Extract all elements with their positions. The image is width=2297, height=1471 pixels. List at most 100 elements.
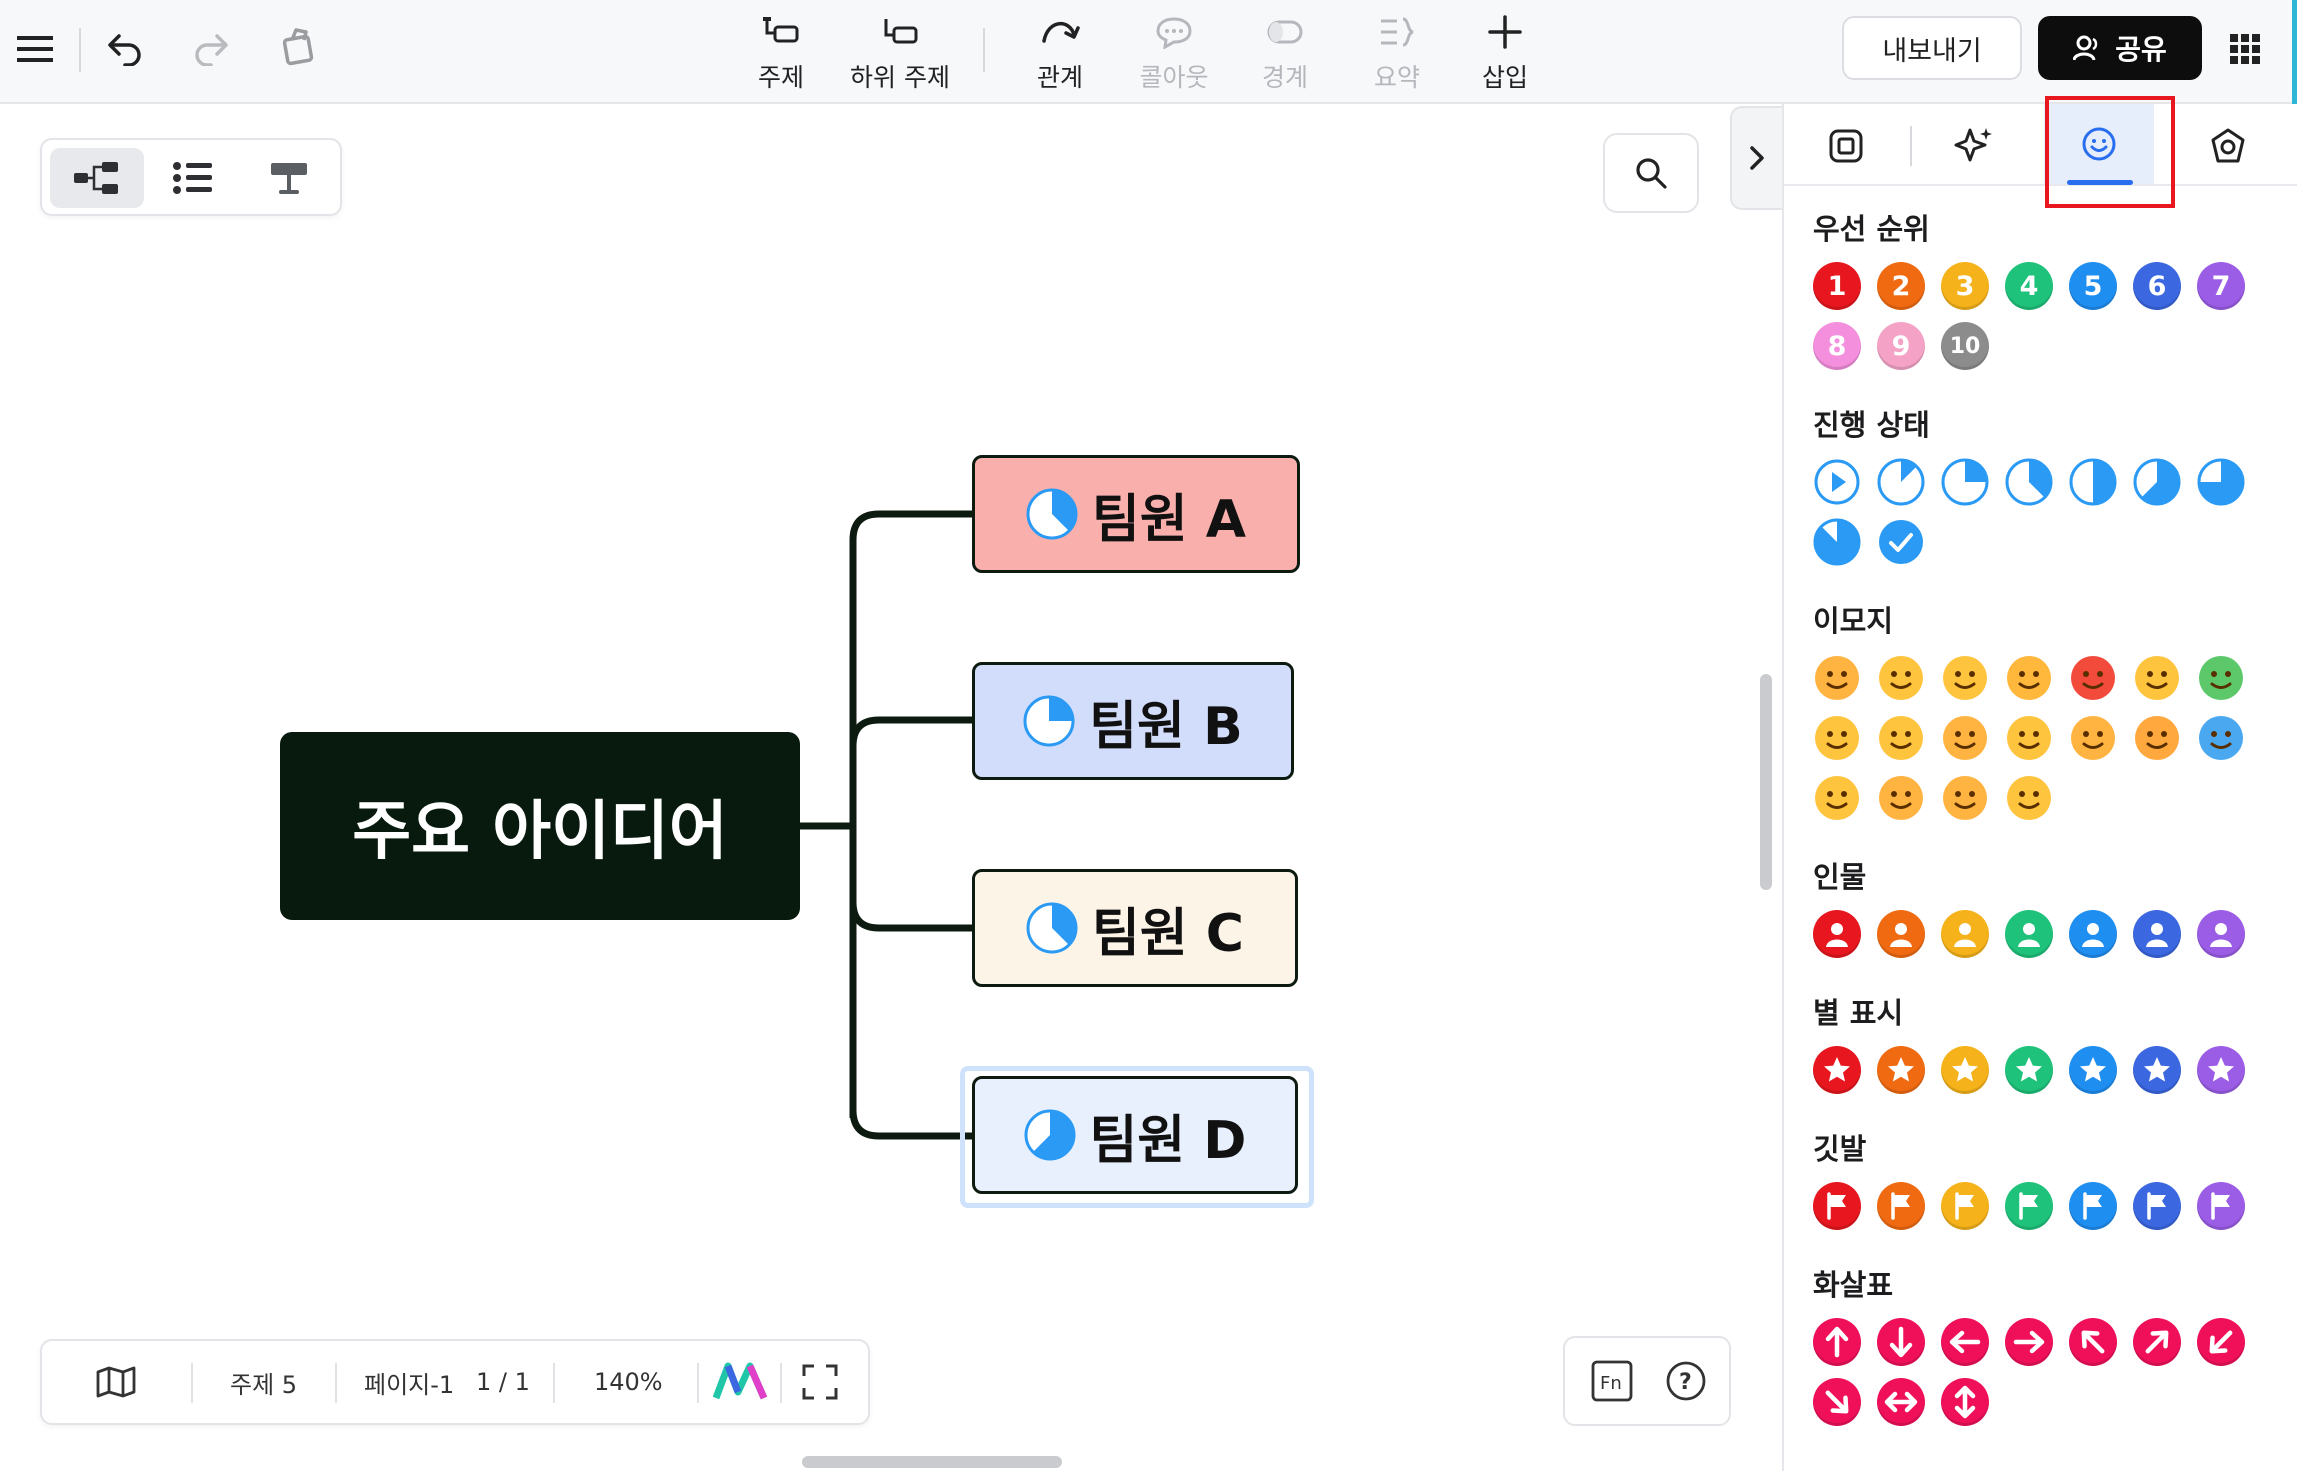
- flag-marker-icon[interactable]: [2133, 1182, 2181, 1230]
- arrow-up-right-icon[interactable]: [2133, 1318, 2181, 1366]
- star-marker-icon[interactable]: [2133, 1046, 2181, 1094]
- angry-emoji-icon[interactable]: [2069, 654, 2117, 702]
- star-marker-icon[interactable]: [1941, 1046, 1989, 1094]
- priority-marker-icon[interactable]: 3: [1941, 262, 1989, 310]
- priority-marker-icon[interactable]: 5: [2069, 262, 2117, 310]
- child-topic[interactable]: 팀원 A: [972, 455, 1300, 573]
- share-button[interactable]: 공유: [2038, 16, 2202, 80]
- flag-marker-icon[interactable]: [2069, 1182, 2117, 1230]
- function-key-button[interactable]: Fn: [1589, 1358, 1635, 1404]
- tongue-emoji-icon[interactable]: [1941, 714, 1989, 762]
- progress-marker-icon[interactable]: [2069, 458, 2117, 506]
- relationship-tool[interactable]: 관계: [1024, 10, 1096, 96]
- arrow-down-left-icon[interactable]: [2197, 1318, 2245, 1366]
- flag-marker-icon[interactable]: [1877, 1182, 1925, 1230]
- progress-marker-icon[interactable]: [1877, 458, 1925, 506]
- cry-emoji-icon[interactable]: [2133, 654, 2181, 702]
- child-topic[interactable]: 팀원 C: [972, 869, 1298, 987]
- ai-tab[interactable]: [1942, 114, 2006, 178]
- laugh-emoji-icon[interactable]: [1813, 654, 1861, 702]
- style-tab[interactable]: [1814, 114, 1878, 178]
- flag-marker-icon[interactable]: [1813, 1182, 1861, 1230]
- summary-tool[interactable]: 요약: [1362, 10, 1432, 96]
- outline-map-button[interactable]: [96, 1341, 136, 1423]
- theme-tab[interactable]: [2196, 114, 2260, 178]
- star-marker-icon[interactable]: [2069, 1046, 2117, 1094]
- progress-marker-icon[interactable]: [1813, 458, 1861, 506]
- progress-marker-icon[interactable]: [1941, 458, 1989, 506]
- priority-marker-icon[interactable]: 9: [1877, 322, 1925, 370]
- star-marker-icon[interactable]: [2005, 1046, 2053, 1094]
- vertical-scrollbar[interactable]: [1760, 674, 1772, 890]
- person-marker-icon[interactable]: [1941, 910, 1989, 958]
- person-marker-icon[interactable]: [2069, 910, 2117, 958]
- sick-emoji-icon[interactable]: [2197, 654, 2245, 702]
- priority-marker-icon[interactable]: 6: [2133, 262, 2181, 310]
- arrow-up-icon[interactable]: [1813, 1318, 1861, 1366]
- arrow-down-icon[interactable]: [1877, 1318, 1925, 1366]
- cool-emoji-icon[interactable]: [2069, 714, 2117, 762]
- flag-marker-icon[interactable]: [1941, 1182, 1989, 1230]
- progress-marker-icon[interactable]: [2133, 458, 2181, 506]
- horizontal-scrollbar[interactable]: [802, 1456, 1062, 1468]
- arrow-up-left-icon[interactable]: [2069, 1318, 2117, 1366]
- flag-marker-icon[interactable]: [2197, 1182, 2245, 1230]
- person-marker-icon[interactable]: [2005, 910, 2053, 958]
- person-marker-icon[interactable]: [1877, 910, 1925, 958]
- star-marker-icon[interactable]: [1813, 1046, 1861, 1094]
- insert-tool[interactable]: 삽입: [1470, 10, 1540, 96]
- person-marker-icon[interactable]: [1813, 910, 1861, 958]
- star-marker-icon[interactable]: [1877, 1046, 1925, 1094]
- boundary-tool[interactable]: 경계: [1250, 10, 1320, 96]
- progress-marker-icon[interactable]: [1026, 488, 1078, 540]
- flag-marker-icon[interactable]: [2005, 1182, 2053, 1230]
- progress-row: [1813, 458, 2245, 506]
- zoom-level[interactable]: 140%: [594, 1341, 663, 1423]
- priority-marker-icon[interactable]: 8: [1813, 322, 1861, 370]
- mask-emoji-icon[interactable]: [1813, 774, 1861, 822]
- arrow-left-icon[interactable]: [1941, 1318, 1989, 1366]
- grin-emoji-icon[interactable]: [1877, 714, 1925, 762]
- person-marker-icon[interactable]: [2197, 910, 2245, 958]
- priority-marker-icon[interactable]: 4: [2005, 262, 2053, 310]
- export-button[interactable]: 내보내기: [1842, 16, 2022, 80]
- help-button[interactable]: ?: [1663, 1358, 1709, 1404]
- root-topic[interactable]: 주요 아이디어: [280, 732, 800, 920]
- glasses-emoji-icon[interactable]: [2005, 714, 2053, 762]
- meh-emoji-icon[interactable]: [2005, 774, 2053, 822]
- progress-marker-icon[interactable]: [1023, 695, 1075, 747]
- sleepy-emoji-icon[interactable]: [1941, 774, 1989, 822]
- arrow-up-down-icon[interactable]: [1941, 1378, 1989, 1426]
- search-button[interactable]: [1603, 133, 1699, 213]
- freeze-emoji-icon[interactable]: [2197, 714, 2245, 762]
- think-emoji-icon[interactable]: [1877, 774, 1925, 822]
- shock-emoji-icon[interactable]: [1813, 714, 1861, 762]
- nerd-emoji-icon[interactable]: [1941, 654, 1989, 702]
- child-topic[interactable]: 팀원 B: [972, 662, 1294, 780]
- page-label[interactable]: 페이지-1: [364, 1341, 454, 1423]
- brand-logo[interactable]: [712, 1341, 768, 1423]
- arrow-left-right-icon[interactable]: [1877, 1378, 1925, 1426]
- star-marker-icon[interactable]: [2197, 1046, 2245, 1094]
- progress-marker-icon[interactable]: [1813, 518, 1861, 566]
- arrow-down-right-icon[interactable]: [1813, 1378, 1861, 1426]
- progress-marker-icon[interactable]: [1026, 902, 1078, 954]
- priority-marker-icon[interactable]: 2: [1877, 262, 1925, 310]
- love-emoji-icon[interactable]: [2133, 714, 2181, 762]
- fullscreen-button[interactable]: [802, 1341, 838, 1423]
- progress-marker-icon[interactable]: [2005, 458, 2053, 506]
- apps-grid-icon[interactable]: [2230, 34, 2264, 64]
- person-marker-icon[interactable]: [2133, 910, 2181, 958]
- progress-marker-icon[interactable]: [1877, 518, 1925, 566]
- callout-tool[interactable]: 콜아웃: [1134, 10, 1214, 96]
- progress-marker-icon[interactable]: [1024, 1109, 1076, 1161]
- progress-marker-icon[interactable]: [2197, 458, 2245, 506]
- arrow-right-icon[interactable]: [2005, 1318, 2053, 1366]
- priority-marker-icon[interactable]: 1: [1813, 262, 1861, 310]
- priority-marker-icon[interactable]: 7: [2197, 262, 2245, 310]
- child-topic[interactable]: 팀원 D: [972, 1076, 1298, 1194]
- panel-collapse-button[interactable]: [1730, 106, 1782, 210]
- priority-marker-icon[interactable]: 10: [1941, 322, 1989, 370]
- smile-emoji-icon[interactable]: [1877, 654, 1925, 702]
- sad-emoji-icon[interactable]: [2005, 654, 2053, 702]
